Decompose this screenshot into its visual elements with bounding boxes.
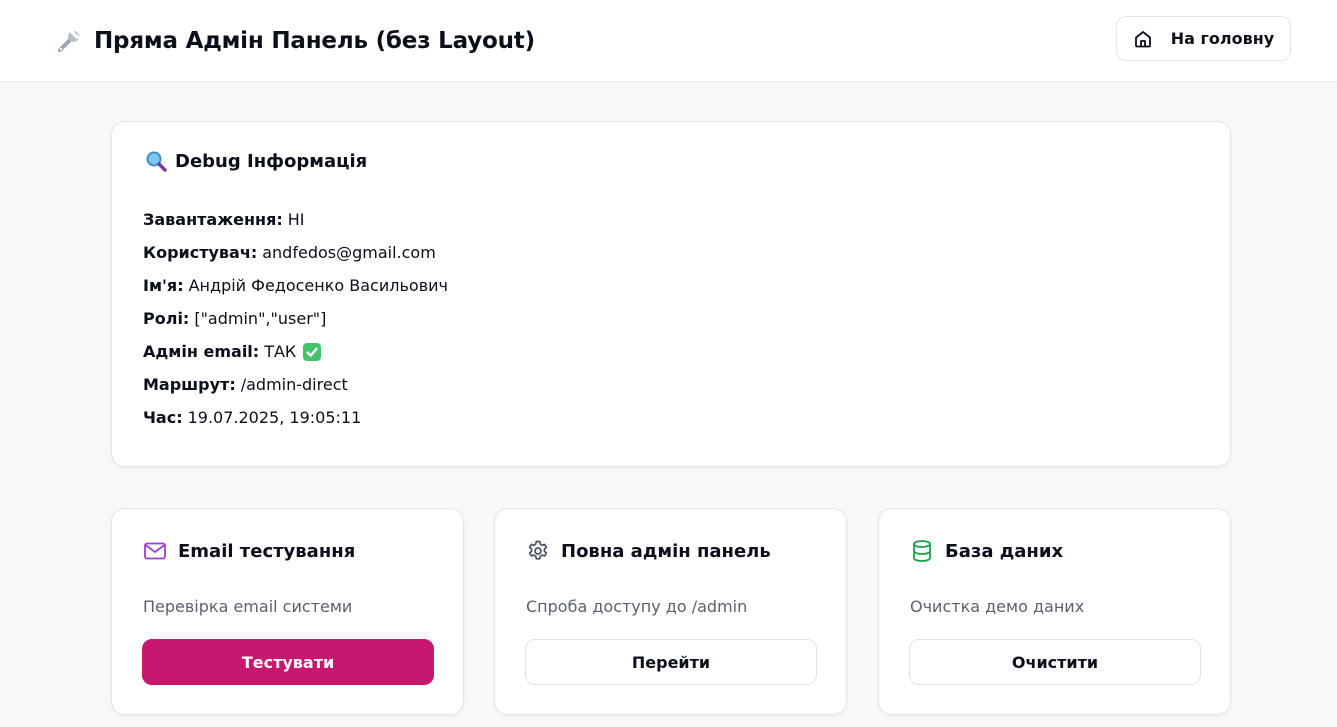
top-header: Пряма Адмін Панель (без Layout) На голов… [0, 0, 1337, 82]
check-icon [303, 342, 322, 361]
debug-row-user: Користувач: andfedos@gmail.com [143, 235, 448, 270]
card-header: База даних [910, 539, 1063, 563]
debug-row-admin-email: Адмін email: ТАК [143, 334, 448, 369]
debug-card-title: Debug Інформація [175, 150, 368, 172]
full-admin-panel-card: Повна адмін панель Спроба доступу до /ad… [494, 508, 847, 715]
debug-key: Завантаження: [143, 210, 283, 229]
debug-value: /admin-direct [240, 375, 348, 394]
magnifier-icon [145, 150, 167, 172]
test-email-button[interactable]: Тестувати [142, 639, 434, 685]
card-title: База даних [945, 540, 1064, 562]
debug-key: Ім'я: [143, 276, 184, 295]
debug-key: Адмін email: [143, 342, 260, 361]
home-button[interactable]: На головну [1116, 16, 1291, 61]
debug-value: НІ [287, 210, 305, 229]
card-description: Спроба доступу до /admin [526, 597, 748, 616]
card-header: Email тестування [143, 539, 355, 563]
page-title: Пряма Адмін Панель (без Layout) [94, 28, 535, 54]
debug-key: Маршрут: [143, 375, 236, 394]
card-header: Повна адмін панель [526, 539, 771, 563]
go-admin-button[interactable]: Перейти [525, 639, 817, 685]
card-description: Перевірка email системи [143, 597, 353, 616]
debug-rows: Завантаження: НІ Користувач: andfedos@gm… [143, 204, 448, 435]
debug-key: Користувач: [143, 243, 258, 262]
home-icon [1133, 29, 1153, 49]
database-icon [910, 539, 934, 563]
debug-row-loading: Завантаження: НІ [143, 202, 448, 237]
email-testing-card: Email тестування Перевірка email системи… [111, 508, 464, 715]
header-title-group: Пряма Адмін Панель (без Layout) [56, 24, 535, 58]
debug-card-header: Debug Інформація [145, 150, 367, 172]
home-button-label: На головну [1170, 29, 1275, 48]
debug-row-route: Маршрут: /admin-direct [143, 367, 448, 402]
card-description: Очистка демо даних [910, 597, 1085, 616]
debug-info-card: Debug Інформація Завантаження: НІ Корист… [111, 121, 1231, 467]
gear-icon [526, 539, 550, 563]
debug-row-time: Час: 19.07.2025, 19:05:11 [143, 400, 448, 435]
debug-key: Ролі: [143, 309, 190, 328]
debug-value: ТАК [264, 342, 297, 361]
card-title: Повна адмін панель [561, 540, 771, 562]
debug-value: ["admin","user"] [194, 309, 327, 328]
debug-value: 19.07.2025, 19:05:11 [187, 408, 362, 427]
mail-icon [143, 539, 167, 563]
debug-value: andfedos@gmail.com [262, 243, 436, 262]
card-title: Email тестування [178, 540, 356, 562]
debug-key: Час: [143, 408, 183, 427]
debug-value: Андрій Федосенко Васильович [188, 276, 448, 295]
debug-row-roles: Ролі: ["admin","user"] [143, 301, 448, 336]
database-card: База даних Очистка демо даних Очистити [878, 508, 1231, 715]
wrench-icon [56, 28, 82, 54]
clear-data-button[interactable]: Очистити [909, 639, 1201, 685]
debug-row-name: Ім'я: Андрій Федосенко Васильович [143, 268, 448, 303]
